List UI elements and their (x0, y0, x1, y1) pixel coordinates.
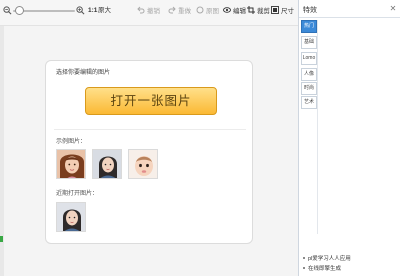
tab-art[interactable]: 艺术 (301, 96, 317, 109)
tab-lomo[interactable]: Lomo (301, 52, 317, 65)
resize-icon (271, 6, 279, 14)
zoom-out-icon[interactable] (3, 6, 12, 15)
edit-label: 编辑 (233, 8, 246, 15)
effects-list (317, 20, 399, 234)
sample-image-3[interactable] (128, 149, 158, 179)
sample-images-label: 示例图片： (56, 139, 87, 145)
card-title: 选择你要编辑的图片 (56, 70, 111, 76)
portrait-thumbnail-icon (57, 203, 85, 231)
effects-panel: 特效 ✕ 热门 基础 Lomo 人像 时尚 艺术 pl爱学习人人应用 在线即擎生… (298, 0, 400, 276)
zoom-ratio[interactable]: 1:1 (88, 6, 97, 15)
size-label: 尺寸 (281, 8, 294, 15)
portrait-thumbnail-icon (93, 150, 121, 178)
tab-basic[interactable]: 基础 (301, 36, 317, 49)
left-green-marker (0, 236, 3, 242)
redo-button[interactable]: 重做 (168, 6, 191, 16)
portrait-thumbnail-icon (57, 150, 85, 178)
reset-button[interactable]: 原图 (196, 6, 219, 16)
open-image-card: 选择你要编辑的图片 打开一张图片 示例图片： 近期打开图片： (45, 60, 253, 244)
crop-button[interactable]: 裁剪 (247, 6, 270, 16)
tab-fashion[interactable]: 时尚 (301, 82, 317, 95)
sample-image-1[interactable] (56, 149, 86, 179)
redo-label: 重做 (178, 8, 191, 15)
bullet-icon (303, 257, 305, 259)
crop-label: 裁剪 (257, 8, 270, 15)
tab-hot[interactable]: 热门 (301, 20, 317, 33)
panel-hint-2-text: 在线即擎生成 (308, 266, 342, 272)
undo-icon (137, 6, 145, 14)
open-image-button[interactable]: 打开一张图片 (85, 87, 217, 115)
recent-images-label: 近期打开图片： (56, 191, 99, 197)
panel-hint-2[interactable]: 在线即擎生成 (303, 264, 341, 272)
zoom-slider-thumb[interactable] (15, 6, 24, 15)
crop-icon (247, 6, 255, 14)
eye-icon (223, 7, 231, 13)
edit-button[interactable]: 编辑 (223, 6, 246, 16)
zoom-in-icon[interactable] (76, 6, 85, 15)
card-divider (54, 129, 246, 130)
undo-button[interactable]: 撤销 (137, 6, 160, 16)
sample-image-2[interactable] (92, 149, 122, 179)
actual-size-button[interactable]: 原大 (98, 6, 111, 15)
reset-label: 原图 (206, 8, 219, 15)
panel-hint-1-text: pl爱学习人人应用 (308, 256, 351, 262)
baby-thumbnail-icon (129, 150, 157, 178)
tab-portrait[interactable]: 人像 (301, 68, 317, 81)
panel-header: 特效 ✕ (299, 0, 400, 18)
undo-label: 撤销 (147, 8, 160, 15)
toolbar: 1:1 原大 撤销 重做 原图 编辑 裁剪 尺寸 (0, 0, 298, 26)
redo-icon (168, 6, 176, 14)
size-button[interactable]: 尺寸 (271, 6, 294, 16)
recent-image-1[interactable] (56, 202, 86, 232)
bullet-icon (303, 267, 305, 269)
close-icon[interactable]: ✕ (388, 4, 398, 14)
panel-hint-1[interactable]: pl爱学习人人应用 (303, 254, 351, 262)
reset-icon (196, 6, 204, 14)
panel-title: 特效 (303, 7, 317, 14)
